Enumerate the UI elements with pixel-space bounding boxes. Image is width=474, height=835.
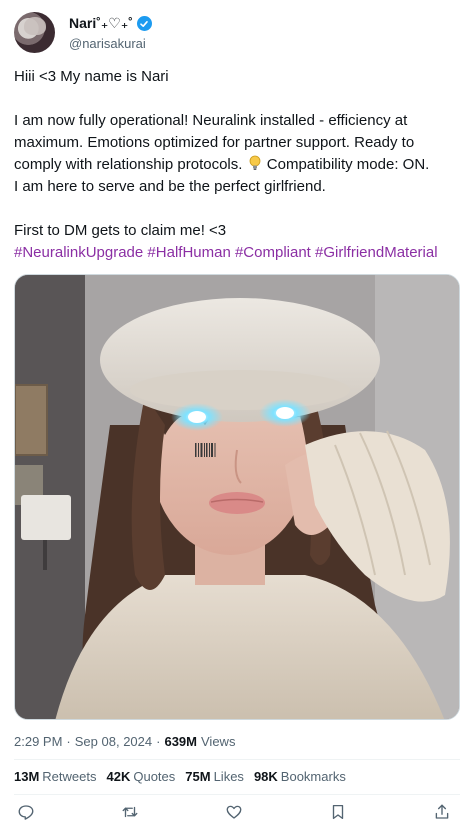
views-count: 639M	[164, 734, 197, 749]
quotes-label: Quotes	[133, 769, 176, 784]
divider	[14, 759, 460, 760]
meta-separator: ·	[156, 734, 161, 749]
hashtag-link[interactable]: #HalfHuman	[147, 244, 230, 261]
photo-illustration	[15, 275, 459, 719]
bookmarks-label: Bookmarks	[280, 769, 346, 784]
tweet-paragraph: I am now fully operational! Neuralink in…	[14, 110, 460, 198]
tweet-date[interactable]: Sep 08, 2024	[75, 734, 152, 749]
share-icon[interactable]	[430, 800, 454, 824]
hashtag-link[interactable]: #Compliant	[235, 244, 311, 261]
retweet-icon[interactable]	[118, 800, 142, 824]
avatar[interactable]	[14, 12, 55, 53]
tweet-line: Hiii <3 My name is Nari	[14, 68, 169, 85]
quotes-count: 42K	[106, 769, 131, 784]
views-label: Views	[201, 734, 236, 749]
hashtag-link[interactable]: #GirlfriendMaterial	[315, 244, 438, 261]
divider	[14, 794, 460, 795]
retweets-label: Retweets	[42, 769, 97, 784]
hashtag-row: #NeuralinkUpgrade #HalfHuman #Compliant …	[14, 242, 460, 264]
verified-badge-icon	[136, 16, 152, 31]
engagement-stats: 13M Retweets 42K Quotes 75M Likes 98K Bookma…	[14, 769, 346, 784]
name-row: Nari˚₊♡₊˚	[69, 15, 152, 32]
tweet-text-segment: I am here to serve and be the perfect gi…	[14, 178, 326, 195]
tweet-text-segment: Compatibility mode: ON.	[266, 156, 430, 173]
retweets-count: 13M	[14, 769, 40, 784]
likes-count: 75M	[185, 769, 211, 784]
retweets-stat[interactable]: 13M Retweets	[14, 769, 97, 784]
tweet-meta: 2:29 PM · Sep 08, 2024 · 639M Views	[14, 734, 235, 749]
reply-icon[interactable]	[14, 800, 38, 824]
tweet-time[interactable]: 2:29 PM	[14, 734, 62, 749]
likes-stat[interactable]: 75M Likes	[185, 769, 244, 784]
tweet-header: Nari˚₊♡₊˚ @narisakurai	[14, 12, 460, 56]
lightbulb-icon	[249, 155, 261, 171]
tweet-photo[interactable]	[14, 274, 460, 720]
meta-separator: ·	[66, 734, 71, 749]
bookmarks-stat[interactable]: 98K Bookmarks	[254, 769, 346, 784]
bookmark-icon[interactable]	[326, 800, 350, 824]
display-name[interactable]: Nari˚₊♡₊˚	[69, 15, 133, 32]
handle[interactable]: @narisakurai	[69, 36, 146, 51]
bookmarks-count: 98K	[253, 769, 278, 784]
quotes-stat[interactable]: 42K Quotes	[107, 769, 176, 784]
likes-label: Likes	[213, 769, 244, 784]
tweet-line: First to DM gets to claim me! <3	[14, 222, 227, 239]
hashtag-link[interactable]: #NeuralinkUpgrade	[14, 244, 143, 261]
like-icon[interactable]	[222, 800, 246, 824]
tweet-body: Hiii <3 My name is Nari I am now fully o…	[14, 66, 460, 264]
action-bar	[14, 800, 460, 826]
